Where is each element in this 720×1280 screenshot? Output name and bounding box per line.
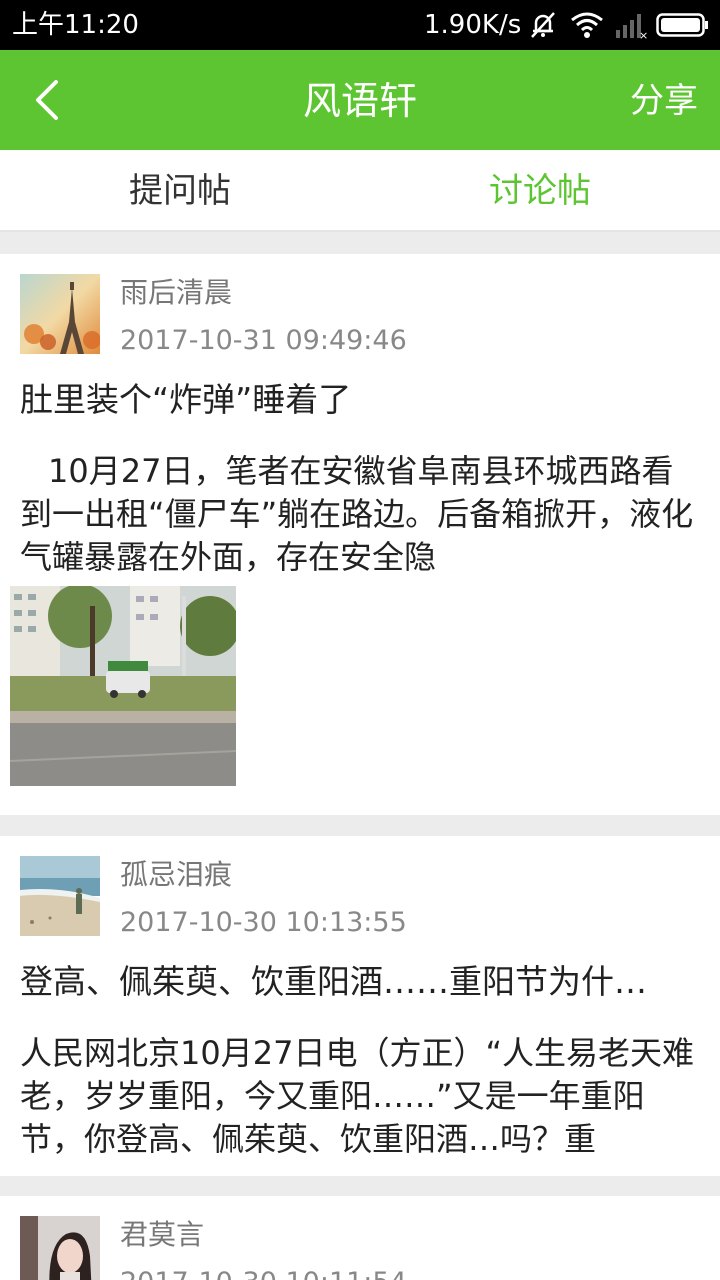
avatar[interactable] [20, 1216, 100, 1280]
post-list[interactable]: 雨后清晨 2017-10-31 09:49:46 肚里装个“炸弹”睡着了 10月… [0, 232, 720, 1280]
tab-discussions[interactable]: 讨论帖 [360, 150, 720, 232]
signal-icon: × [614, 10, 648, 44]
post-title[interactable]: 登高、佩茱萸、饮重阳酒……重阳节为什… [20, 960, 700, 1004]
avatar[interactable] [20, 856, 100, 936]
post-time: 2017-10-30 10:11:54 [120, 1266, 407, 1280]
app-bar: 风语轩 分享 [0, 50, 720, 150]
svg-text:×: × [639, 29, 648, 40]
status-time: 上午11:20 [12, 10, 139, 40]
tab-bar: 提问帖 讨论帖 [0, 150, 720, 232]
network-speed: 1.90K/s [424, 10, 522, 40]
post-card[interactable]: 雨后清晨 2017-10-31 09:49:46 肚里装个“炸弹”睡着了 10月… [0, 254, 720, 815]
post-author: 雨后清晨 [120, 276, 233, 309]
battery-icon [656, 12, 710, 42]
post-author: 君莫言 [120, 1218, 205, 1251]
post-excerpt: 10月27日，笔者在安徽省阜南县环城西路看到一出租“僵尸车”躺在路边。后备箱掀开… [20, 452, 694, 576]
post-title[interactable]: 肚里装个“炸弹”睡着了 [20, 378, 700, 422]
status-bar: 上午11:20 1.90K/s × [0, 0, 720, 50]
post-time: 2017-10-30 10:13:55 [120, 907, 407, 938]
post-author: 孤忌泪痕 [120, 858, 233, 891]
wifi-icon [570, 10, 604, 44]
post-card[interactable]: 孤忌泪痕 2017-10-30 10:13:55 登高、佩茱萸、饮重阳酒……重阳… [0, 836, 720, 1176]
page-title: 风语轩 [302, 79, 417, 123]
avatar[interactable] [20, 274, 100, 354]
share-button[interactable]: 分享 [630, 80, 698, 122]
post-time: 2017-10-31 09:49:46 [120, 325, 407, 356]
post-image[interactable] [10, 586, 236, 786]
post-card[interactable]: 君莫言 2017-10-30 10:11:54 [0, 1196, 720, 1280]
post-excerpt: 人民网北京10月27日电（方正）“人生易老天难老，岁岁重阳，今又重阳……”又是一… [20, 1034, 695, 1158]
tab-questions[interactable]: 提问帖 [0, 150, 360, 232]
mute-bell-icon [528, 10, 558, 44]
